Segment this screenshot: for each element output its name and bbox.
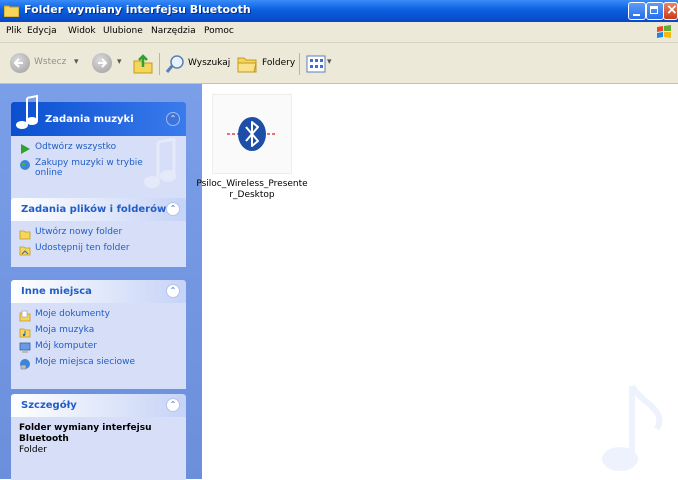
- up-folder-button[interactable]: [132, 53, 154, 75]
- file-thumbnail[interactable]: [212, 94, 292, 174]
- my-computer-label: Mój komputer: [35, 341, 97, 351]
- file-tasks-title: Zadania plików i folderów: [21, 204, 167, 215]
- title-bar[interactable]: Folder wymiany interfejsu Bluetooth ×: [0, 0, 678, 22]
- other-places-panel: Inne miejsca ⌃ Moje dokumenty Moja muzyk…: [11, 280, 186, 389]
- bluetooth-icon: [227, 117, 277, 151]
- music-watermark-icon: [602, 384, 663, 471]
- search-label[interactable]: Wyszukaj: [188, 58, 230, 68]
- search-icon[interactable]: [165, 54, 185, 74]
- maximize-button[interactable]: [646, 2, 664, 20]
- back-dropdown-icon[interactable]: ▾: [74, 57, 79, 67]
- details-panel: Szczegóły ⌃ Folder wymiany interfejsu Bl…: [11, 394, 186, 480]
- other-places-title: Inne miejsca: [21, 286, 92, 297]
- new-folder-icon: [19, 230, 31, 240]
- collapse-icon[interactable]: ⌃: [166, 284, 180, 298]
- music-watermark-icon: [144, 138, 176, 188]
- details-name: Folder wymiany interfejsu Bluetooth: [19, 423, 152, 444]
- file-tasks-body: Utwórz nowy folder Udostępnij ten folder: [11, 221, 186, 267]
- details-header[interactable]: Szczegóły ⌃: [11, 394, 186, 417]
- details-title: Szczegóły: [21, 400, 77, 411]
- computer-icon: [19, 342, 31, 353]
- collapse-icon[interactable]: ⌃: [166, 398, 180, 412]
- other-places-body: Moje dokumenty Moja muzyka Mój komputer …: [11, 303, 186, 389]
- menu-file[interactable]: Plik: [6, 26, 22, 36]
- buy-music-label: Zakupy muzyki w trybie: [35, 158, 143, 168]
- views-dropdown-icon[interactable]: ▾: [327, 57, 332, 67]
- toolbar: Wstecz ▾ ▾ Wyszukaj Foldery ▾: [0, 43, 678, 84]
- windows-logo-icon: [657, 25, 671, 38]
- minimize-button[interactable]: [628, 2, 646, 20]
- close-button[interactable]: ×: [663, 2, 678, 20]
- forward-button[interactable]: [92, 53, 112, 73]
- folders-icon[interactable]: [236, 54, 258, 74]
- share-folder-label: Udostępnij ten folder: [35, 243, 130, 253]
- forward-dropdown-icon[interactable]: ▾: [117, 57, 122, 67]
- buy-music-label-cont: online: [35, 168, 63, 178]
- my-computer-link[interactable]: Mój komputer: [19, 341, 178, 357]
- back-label: Wstecz: [34, 57, 67, 67]
- task-pane: Zadania muzyki ⌃ Odtwórz wszystko Zakupy…: [0, 84, 202, 480]
- my-documents-link[interactable]: Moje dokumenty: [19, 309, 178, 325]
- my-documents-label: Moje dokumenty: [35, 309, 110, 319]
- toolbar-separator: [159, 53, 160, 75]
- music-tasks-header[interactable]: Zadania muzyki ⌃: [11, 94, 186, 136]
- share-folder-icon: [19, 246, 31, 256]
- folders-label[interactable]: Foldery: [262, 58, 295, 68]
- collapse-icon[interactable]: ⌃: [166, 202, 180, 216]
- views-icon[interactable]: [306, 55, 326, 73]
- music-tasks-title: Zadania muzyki: [45, 114, 134, 125]
- toolbar-separator: [299, 53, 300, 75]
- my-music-link[interactable]: Moja muzyka: [19, 325, 178, 341]
- back-button[interactable]: [10, 53, 30, 73]
- menu-view[interactable]: Widok: [68, 26, 96, 36]
- music-folder-icon: [19, 328, 31, 338]
- play-all-label: Odtwórz wszystko: [35, 142, 117, 152]
- details-type: Folder: [19, 445, 47, 455]
- new-folder-link[interactable]: Utwórz nowy folder: [19, 227, 178, 243]
- my-music-label: Moja muzyka: [35, 325, 95, 335]
- close-icon: ×: [666, 2, 678, 18]
- play-icon: [21, 144, 30, 154]
- window-title: Folder wymiany interfejsu Bluetooth: [24, 3, 251, 16]
- folder-icon: [4, 5, 19, 17]
- menu-help[interactable]: Pomoc: [204, 26, 234, 36]
- music-tasks-panel: Zadania muzyki ⌃ Odtwórz wszystko Zakupy…: [11, 94, 186, 206]
- menu-tools[interactable]: Narzędzia: [151, 26, 196, 36]
- file-tasks-panel: Zadania plików i folderów ⌃ Utwórz nowy …: [11, 198, 186, 267]
- music-tasks-body: Odtwórz wszystko Zakupy muzyki w trybie …: [11, 136, 186, 206]
- file-view[interactable]: Psiloc_Wireless_Presente​r_Desktop: [196, 84, 678, 479]
- collapse-icon[interactable]: ⌃: [166, 112, 180, 126]
- file-name[interactable]: Psiloc_Wireless_Presente​r_Desktop: [196, 179, 308, 201]
- music-note-icon: [16, 94, 38, 129]
- menu-favorites[interactable]: Ulubione: [103, 26, 143, 36]
- details-body: Folder wymiany interfejsu Bluetooth Fold…: [11, 417, 186, 480]
- arrow-left-icon: [13, 58, 23, 68]
- network-places-link[interactable]: Moje miejsca sieciowe: [19, 357, 178, 373]
- new-folder-label: Utwórz nowy folder: [35, 227, 123, 237]
- file-tasks-header[interactable]: Zadania plików i folderów ⌃: [11, 198, 186, 221]
- documents-folder-icon: [19, 310, 31, 322]
- network-places-label: Moje miejsca sieciowe: [35, 357, 136, 367]
- share-folder-link[interactable]: Udostępnij ten folder: [19, 243, 178, 259]
- network-icon: [20, 359, 30, 370]
- menu-edit[interactable]: Edycja: [27, 26, 57, 36]
- menu-bar: Plik Edycja Widok Ulubione Narzędzia Pom…: [0, 22, 678, 43]
- arrow-right-icon: [98, 58, 108, 68]
- other-places-header[interactable]: Inne miejsca ⌃: [11, 280, 186, 303]
